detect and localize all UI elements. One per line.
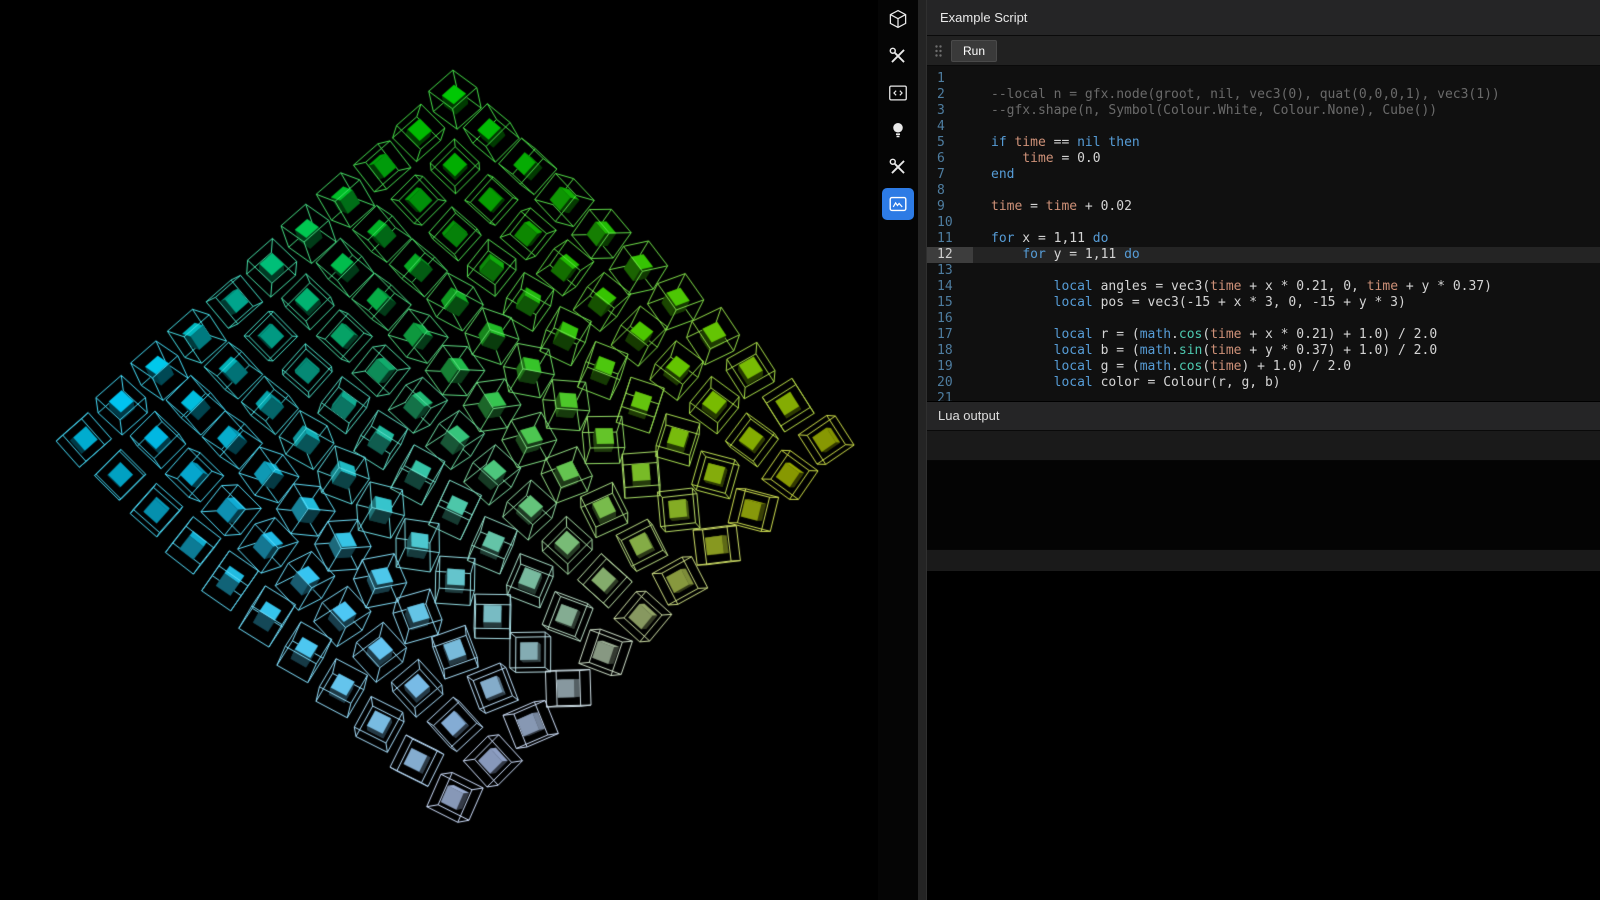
toolbar-item-tools[interactable] (882, 40, 914, 72)
lightbulb-icon (887, 119, 909, 141)
toolbar-item-light[interactable] (882, 114, 914, 146)
line-source: --local n = gfx.node(groot, nil, vec3(0)… (973, 87, 1500, 103)
line-number: 7 (927, 167, 973, 183)
toolbar-item-tools-2[interactable] (882, 151, 914, 183)
line-source: time = time + 0.02 (973, 199, 1132, 215)
line-number: 17 (927, 327, 973, 343)
line-number: 16 (927, 311, 973, 327)
line-number: 21 (927, 391, 973, 401)
line-number: 14 (927, 279, 973, 295)
line-source: time = 0.0 (973, 151, 1101, 167)
line-number: 12 (927, 247, 973, 263)
line-source: --gfx.shape(n, Symbol(Colour.White, Colo… (973, 103, 1437, 119)
line-source: local color = Colour(r, g, b) (973, 375, 1281, 391)
line-number: 1 (927, 71, 973, 87)
code-line[interactable]: 16 (927, 311, 1600, 327)
line-number: 2 (927, 87, 973, 103)
code-line[interactable]: 17 local r = (math.cos(time + x * 0.21) … (927, 327, 1600, 343)
code-line[interactable]: 5if time == nil then (927, 135, 1600, 151)
line-source: local g = (math.cos(time) + 1.0) / 2.0 (973, 359, 1351, 375)
code-line[interactable]: 11for x = 1,11 do (927, 231, 1600, 247)
scene-viewport (0, 0, 878, 900)
line-number: 5 (927, 135, 973, 151)
line-source: if time == nil then (973, 135, 1140, 151)
toolbar-item-script-panel[interactable] (882, 188, 914, 220)
code-line[interactable]: 6 time = 0.0 (927, 151, 1600, 167)
toolbar (878, 0, 918, 900)
line-source: local angles = vec3(time + x * 0.21, 0, … (973, 279, 1492, 295)
toolbar-item-code[interactable] (882, 77, 914, 109)
output-console[interactable] (927, 461, 1600, 549)
code-line[interactable]: 2--local n = gfx.node(groot, nil, vec3(0… (927, 87, 1600, 103)
line-source (973, 263, 991, 279)
editor-title: Example Script (940, 10, 1027, 25)
line-number: 10 (927, 215, 973, 231)
editor-header: Example Script (927, 0, 1600, 36)
code-line[interactable]: 8 (927, 183, 1600, 199)
code-line[interactable]: 20 local color = Colour(r, g, b) (927, 375, 1600, 391)
code-line[interactable]: 10 (927, 215, 1600, 231)
code-line[interactable]: 14 local angles = vec3(time + x * 0.21, … (927, 279, 1600, 295)
app-root: Example Script Run 12--local n = gfx.nod… (0, 0, 1600, 900)
line-source (973, 215, 991, 231)
code-line[interactable]: 15 local pos = vec3(-15 + x * 3, 0, -15 … (927, 295, 1600, 311)
code-lines: 12--local n = gfx.node(groot, nil, vec3(… (927, 71, 1600, 401)
code-line[interactable]: 1 (927, 71, 1600, 87)
line-source: for y = 1,11 do (973, 247, 1140, 263)
line-number: 13 (927, 263, 973, 279)
cube-icon (887, 8, 909, 30)
grip-icon[interactable] (934, 44, 943, 58)
line-source (973, 71, 991, 87)
code-line[interactable]: 4 (927, 119, 1600, 135)
output-bottom-gap (927, 571, 1600, 900)
line-number: 19 (927, 359, 973, 375)
run-button[interactable]: Run (951, 40, 997, 62)
toolbar-item-cube[interactable] (882, 3, 914, 35)
line-source (973, 119, 991, 135)
line-source: local b = (math.sin(time + y * 0.37) + 1… (973, 343, 1437, 359)
line-number: 3 (927, 103, 973, 119)
script-panel-icon (887, 193, 909, 215)
line-number: 9 (927, 199, 973, 215)
tools-2-icon (887, 156, 909, 178)
line-source: local r = (math.cos(time + x * 0.21) + 1… (973, 327, 1437, 343)
code-window-icon (887, 82, 909, 104)
code-area[interactable]: 12--local n = gfx.node(groot, nil, vec3(… (927, 66, 1600, 401)
line-source (973, 183, 991, 199)
line-number: 4 (927, 119, 973, 135)
line-number: 6 (927, 151, 973, 167)
lua-output-title: Lua output (938, 408, 999, 423)
line-source (973, 391, 991, 401)
output-footer-row (927, 549, 1600, 571)
viewport-canvas[interactable] (0, 0, 878, 900)
line-source: local pos = vec3(-15 + x * 3, 0, -15 + y… (973, 295, 1406, 311)
tools-icon (887, 45, 909, 67)
line-source: for x = 1,11 do (973, 231, 1108, 247)
panel-divider[interactable] (918, 0, 926, 900)
code-line[interactable]: 3--gfx.shape(n, Symbol(Colour.White, Col… (927, 103, 1600, 119)
line-number: 15 (927, 295, 973, 311)
line-number: 8 (927, 183, 973, 199)
editor-run-row: Run (927, 36, 1600, 66)
line-number: 11 (927, 231, 973, 247)
line-source: end (973, 167, 1014, 183)
line-number: 18 (927, 343, 973, 359)
code-line[interactable]: 7end (927, 167, 1600, 183)
code-line[interactable]: 13 (927, 263, 1600, 279)
line-number: 20 (927, 375, 973, 391)
line-source (973, 311, 991, 327)
code-line[interactable]: 21 (927, 391, 1600, 401)
lua-output-header: Lua output (927, 401, 1600, 431)
code-line[interactable]: 9time = time + 0.02 (927, 199, 1600, 215)
script-editor-panel: Example Script Run 12--local n = gfx.nod… (926, 0, 1600, 900)
output-row (927, 431, 1600, 461)
code-line[interactable]: 19 local g = (math.cos(time) + 1.0) / 2.… (927, 359, 1600, 375)
code-line[interactable]: 12 for y = 1,11 do (927, 247, 1600, 263)
code-line[interactable]: 18 local b = (math.sin(time + y * 0.37) … (927, 343, 1600, 359)
